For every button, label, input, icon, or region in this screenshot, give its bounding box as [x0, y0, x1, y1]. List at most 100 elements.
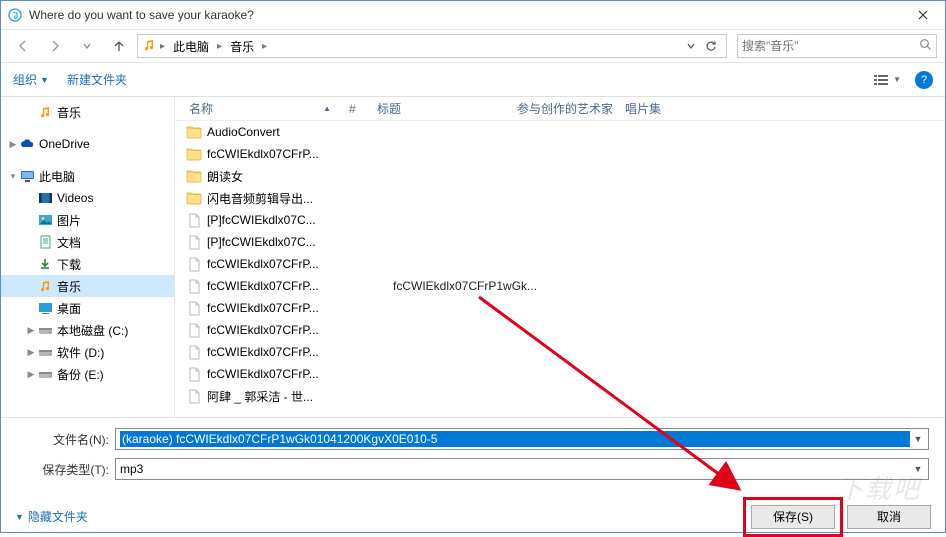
- sort-asc-icon: ▲: [323, 104, 331, 113]
- nav-back-button[interactable]: [9, 33, 37, 59]
- nav-up-button[interactable]: [105, 33, 133, 59]
- file-row[interactable]: 阿肆 _ 郭采洁 - 世...: [175, 385, 945, 407]
- sidebar-item[interactable]: ▶ 备份 (E:): [1, 363, 174, 385]
- close-button[interactable]: [901, 1, 945, 29]
- sidebar-item[interactable]: 文档: [1, 231, 174, 253]
- sidebar-item-label: 音乐: [57, 104, 81, 121]
- col-name[interactable]: 名称▲: [183, 100, 343, 117]
- sidebar-item[interactable]: 音乐: [1, 275, 174, 297]
- sidebar-item[interactable]: 下载: [1, 253, 174, 275]
- file-row[interactable]: [P]fcCWIEkdlx07C...: [175, 209, 945, 231]
- pictures-icon: [37, 212, 53, 228]
- search-input[interactable]: [742, 39, 919, 53]
- chevron-right-icon: ▸: [159, 41, 166, 52]
- sidebar-item[interactable]: ▶软件 (D:): [1, 341, 174, 363]
- app-icon: [7, 7, 23, 23]
- filename-dropdown-button[interactable]: ▼: [910, 430, 926, 448]
- search-box[interactable]: [737, 34, 937, 58]
- sidebar-item-label: OneDrive: [39, 137, 90, 151]
- column-headers: 名称▲ # 标题 参与创作的艺术家 唱片集: [175, 97, 945, 121]
- file-icon: [185, 365, 203, 383]
- save-button[interactable]: 保存(S): [751, 505, 835, 529]
- file-name: 阿肆 _ 郭采洁 - 世...: [207, 388, 365, 405]
- music-icon: [142, 38, 156, 55]
- col-title[interactable]: 标题: [371, 100, 511, 117]
- music-icon: [37, 104, 53, 120]
- filename-combo[interactable]: (karaoke) fcCWIEkdlx07CFrP1wGk01041200Kg…: [115, 428, 929, 450]
- file-row[interactable]: fcCWIEkdlx07CFrP...: [175, 253, 945, 275]
- sidebar-item-label: 图片: [57, 212, 81, 229]
- file-icon: [185, 211, 203, 229]
- savetype-dropdown-button[interactable]: ▼: [910, 460, 926, 478]
- downloads-icon: [37, 256, 53, 272]
- sidebar-item[interactable]: 桌面: [1, 297, 174, 319]
- expand-icon[interactable]: ▾: [7, 171, 19, 182]
- sidebar-item[interactable]: ▶本地磁盘 (C:): [1, 319, 174, 341]
- col-num[interactable]: #: [343, 102, 371, 116]
- window-title: Where do you want to save your karaoke?: [29, 8, 254, 22]
- new-folder-button[interactable]: 新建文件夹: [67, 71, 127, 88]
- main-area: 音乐▶OneDrive▾此电脑Videos图片文档下载音乐桌面▶本地磁盘 (C:…: [1, 97, 945, 417]
- expand-icon[interactable]: ▶: [25, 347, 37, 358]
- sidebar-item-label: 备份 (E:): [57, 366, 104, 383]
- expand-icon[interactable]: ▶: [25, 325, 37, 336]
- cancel-button[interactable]: 取消: [847, 505, 931, 529]
- file-row[interactable]: AudioConvert: [175, 121, 945, 143]
- file-icon: [185, 321, 203, 339]
- refresh-button[interactable]: [702, 36, 720, 56]
- file-icon: [185, 255, 203, 273]
- file-name: fcCWIEkdlx07CFrP...: [207, 345, 365, 359]
- savetype-combo[interactable]: mp3 ▼: [115, 458, 929, 480]
- nav-forward-button[interactable]: [41, 33, 69, 59]
- sidebar-item[interactable]: Videos: [1, 187, 174, 209]
- savetype-value: mp3: [120, 462, 910, 476]
- sidebar-item[interactable]: 图片: [1, 209, 174, 231]
- file-name: fcCWIEkdlx07CFrP...: [207, 279, 365, 293]
- sidebar-item[interactable]: ▾ 此电脑: [1, 165, 174, 187]
- file-name: fcCWIEkdlx07CFrP...: [207, 367, 365, 381]
- file-row[interactable]: [P]fcCWIEkdlx07C...: [175, 231, 945, 253]
- help-button[interactable]: ?: [915, 71, 933, 89]
- file-name: fcCWIEkdlx07CFrP...: [207, 301, 365, 315]
- address-dropdown-button[interactable]: [682, 36, 700, 56]
- file-icon: [185, 233, 203, 251]
- organize-menu[interactable]: 组织▼: [13, 71, 49, 88]
- file-icon: [185, 299, 203, 317]
- file-row[interactable]: fcCWIEkdlx07CFrP...: [175, 341, 945, 363]
- sidebar[interactable]: 音乐▶OneDrive▾此电脑Videos图片文档下载音乐桌面▶本地磁盘 (C:…: [1, 97, 175, 417]
- file-row[interactable]: fcCWIEkdlx07CFrP...: [175, 297, 945, 319]
- file-icon: [185, 387, 203, 405]
- col-album[interactable]: 唱片集: [619, 100, 709, 117]
- sidebar-item[interactable]: 音乐: [1, 101, 174, 123]
- file-row[interactable]: fcCWIEkdlx07CFrP...: [175, 143, 945, 165]
- nav-recent-dropdown[interactable]: [73, 33, 101, 59]
- savetype-label: 保存类型(T):: [9, 461, 115, 478]
- view-options-button[interactable]: ▼: [874, 74, 901, 86]
- file-list[interactable]: AudioConvertfcCWIEkdlx07CFrP...朗读女闪电音频剪辑…: [175, 121, 945, 413]
- file-name: fcCWIEkdlx07CFrP...: [207, 323, 365, 337]
- sidebar-item-label: 音乐: [57, 278, 81, 295]
- file-row[interactable]: fcCWIEkdlx07CFrP...: [175, 319, 945, 341]
- address-bar[interactable]: ▸ 此电脑 ▸ 音乐 ▸: [137, 34, 727, 58]
- file-row[interactable]: fcCWIEkdlx07CFrP...fcCWIEkdlx07CFrP1wGk.…: [175, 275, 945, 297]
- filename-label: 文件名(N):: [9, 431, 115, 448]
- expand-icon[interactable]: ▶: [7, 139, 19, 150]
- crumb-music[interactable]: 音乐: [226, 36, 258, 57]
- filename-input[interactable]: (karaoke) fcCWIEkdlx07CFrP1wGk01041200Kg…: [120, 431, 910, 447]
- file-icon: [185, 343, 203, 361]
- videos-icon: [37, 190, 53, 206]
- crumb-pc[interactable]: 此电脑: [169, 36, 213, 57]
- file-row[interactable]: fcCWIEkdlx07CFrP...: [175, 363, 945, 385]
- file-row[interactable]: 闪电音频剪辑导出...: [175, 187, 945, 209]
- drive-icon: [37, 366, 53, 382]
- sidebar-item-label: 此电脑: [39, 168, 75, 185]
- file-row[interactable]: 朗读女: [175, 165, 945, 187]
- desktop-icon: [37, 300, 53, 316]
- sidebar-item-label: 桌面: [57, 300, 81, 317]
- sidebar-item[interactable]: ▶ OneDrive: [1, 133, 174, 155]
- hide-folders-link[interactable]: ▼ 隐藏文件夹: [15, 508, 88, 525]
- col-artist[interactable]: 参与创作的艺术家: [511, 100, 619, 117]
- chevron-right-icon: ▸: [216, 41, 223, 52]
- expand-icon[interactable]: ▶: [25, 369, 37, 380]
- file-name: 朗读女: [207, 168, 365, 185]
